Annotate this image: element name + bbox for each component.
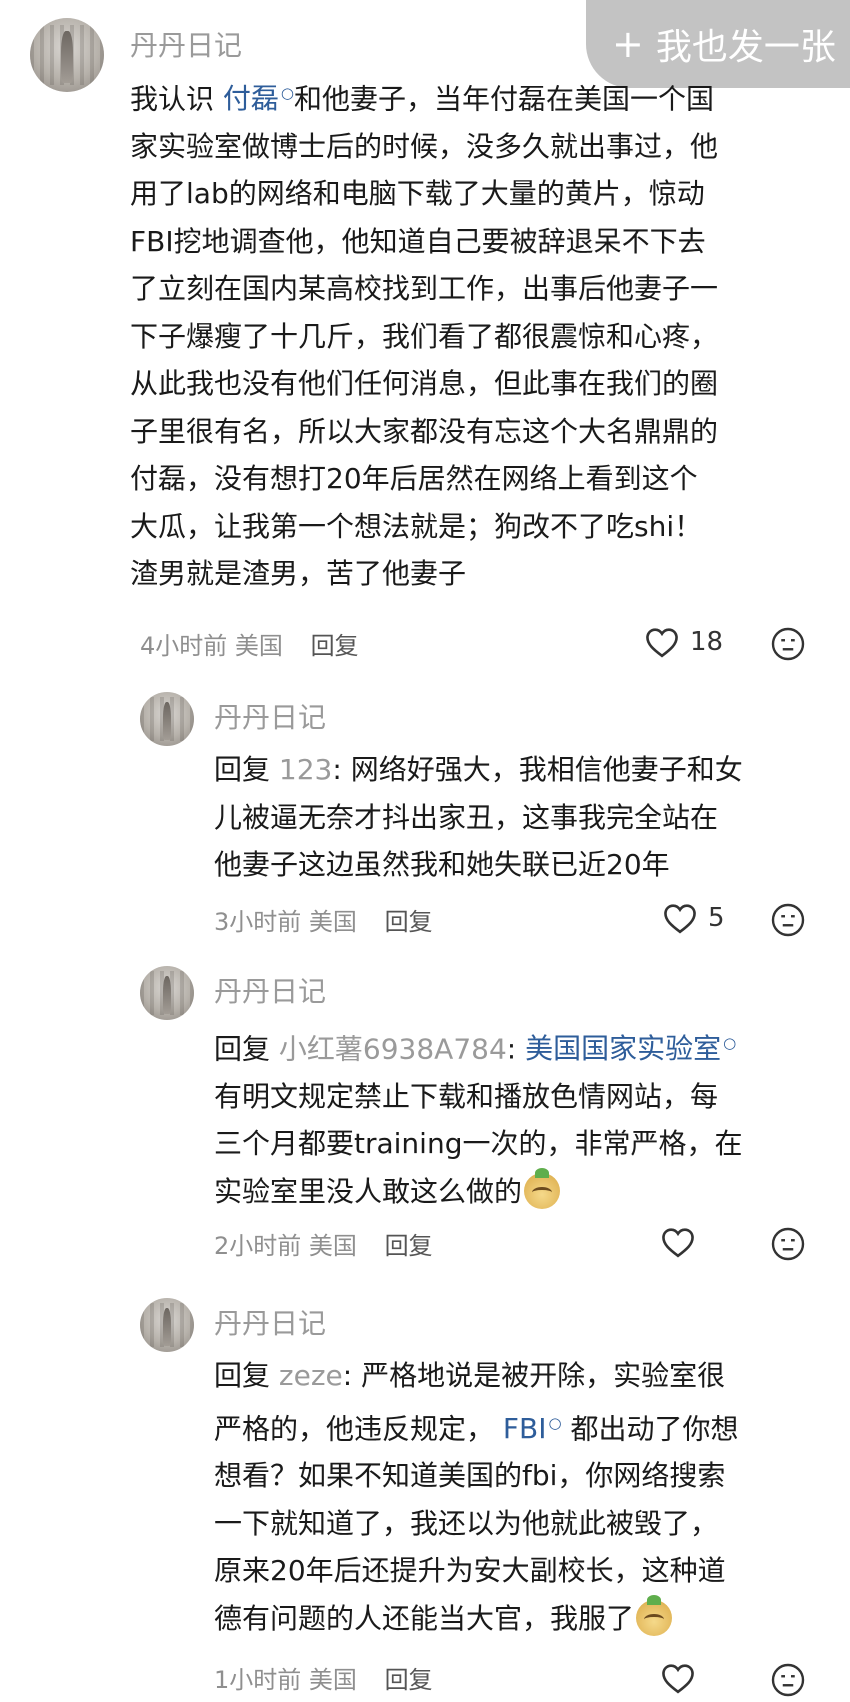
comment-meta: 4小时前 美国 回复 — [140, 626, 359, 661]
reply-username[interactable]: 丹丹日记 — [214, 970, 326, 1010]
reply-button[interactable]: 回复 — [385, 1232, 433, 1260]
plus-icon: + — [612, 22, 644, 66]
comment-time: 4小时前 — [140, 632, 228, 660]
comment-body: 我认识 付磊 ○和他妻子，当年付磊在美国一个国 家实验室做博士后的时候，没多久就出… — [130, 82, 719, 591]
like-button[interactable]: 18 — [644, 626, 723, 658]
like-button[interactable] — [660, 1226, 706, 1258]
heart-outline-icon — [664, 904, 696, 934]
avatar[interactable] — [30, 18, 104, 92]
unhappy-face-icon[interactable] — [770, 902, 806, 938]
sticker-emoji-icon — [524, 1167, 561, 1209]
reply-meta: 3小时前 美国 回复 — [214, 902, 433, 937]
unhappy-face-icon[interactable] — [770, 626, 806, 662]
avatar[interactable] — [140, 692, 194, 746]
unhappy-face-icon[interactable] — [770, 1226, 806, 1262]
reply-body: 回复 123: 网络好强大，我相信他妻子和女 儿被逼无奈才抖出家丑，这事我完全站… — [214, 753, 743, 881]
reply-meta: 2小时前 美国 回复 — [214, 1226, 433, 1261]
comment-username[interactable]: 丹丹日记 — [130, 24, 242, 64]
search-small-icon: ○ — [280, 84, 295, 102]
like-count: 18 — [690, 627, 724, 657]
reply-button[interactable]: 回复 — [385, 908, 433, 936]
reply-location: 美国 — [308, 1666, 357, 1694]
post-button-label: 我也发一张 — [655, 27, 836, 68]
search-small-icon: ○ — [723, 1034, 737, 1052]
heart-outline-icon — [646, 628, 678, 658]
reply-username[interactable]: 丹丹日记 — [214, 1302, 326, 1342]
topic-link[interactable]: FBI ○ — [503, 1412, 562, 1445]
reply-body: 回复 zeze: 严格地说是被开除，实验室很 严格的，他违反规定， FBI ○ 都… — [214, 1359, 739, 1636]
reply-meta: 1小时前 美国 回复 — [214, 1660, 433, 1695]
reply-to-user[interactable]: 123 — [279, 753, 332, 786]
search-small-icon: ○ — [548, 1413, 562, 1432]
reply-to-user[interactable]: 小红薯6938A784 — [279, 1032, 507, 1065]
topic-link[interactable]: 美国国家实验室 ○ — [525, 1032, 736, 1065]
reply-time: 2小时前 — [214, 1232, 302, 1260]
reply-location: 美国 — [308, 908, 357, 936]
reply-button[interactable]: 回复 — [311, 632, 359, 660]
reply-button[interactable]: 回复 — [385, 1666, 433, 1694]
reply-to-user[interactable]: zeze — [279, 1359, 343, 1392]
like-button[interactable]: 5 — [662, 902, 725, 934]
reply-time: 3小时前 — [214, 908, 302, 936]
avatar[interactable] — [140, 1298, 194, 1352]
mention-link[interactable]: 付磊 ○ — [223, 82, 294, 115]
like-count: 5 — [708, 903, 725, 933]
reply-location: 美国 — [308, 1232, 357, 1260]
reply-username[interactable]: 丹丹日记 — [214, 696, 326, 736]
unhappy-face-icon[interactable] — [770, 1662, 806, 1698]
heart-outline-icon — [662, 1664, 694, 1694]
heart-outline-icon — [662, 1228, 694, 1258]
avatar[interactable] — [140, 966, 194, 1020]
like-button[interactable] — [660, 1662, 706, 1694]
reply-time: 1小时前 — [214, 1666, 302, 1694]
comment-location: 美国 — [234, 632, 283, 660]
sticker-emoji-icon — [636, 1594, 673, 1636]
reply-body: 回复 小红薯6938A784: 美国国家实验室 ○ 有明文规定禁止下载和播放色情网… — [214, 1032, 743, 1209]
